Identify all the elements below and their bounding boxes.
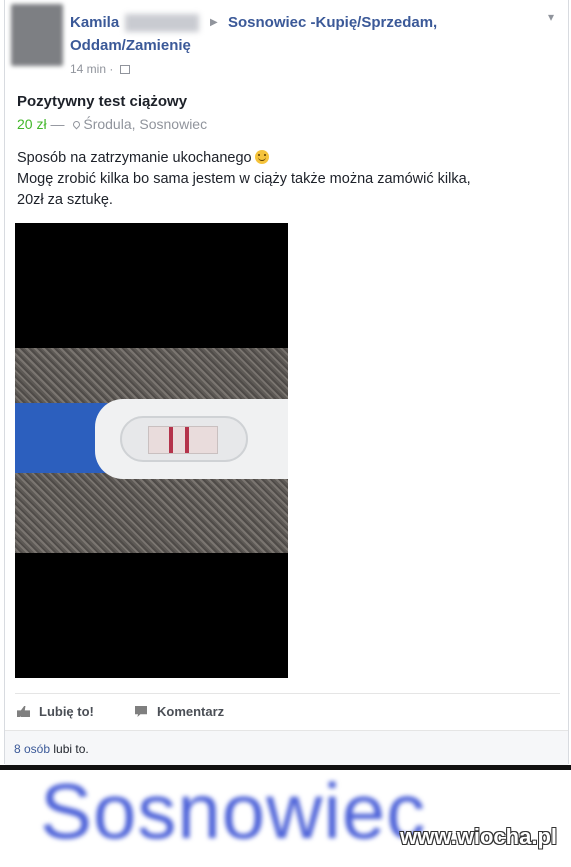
- group-name[interactable]: Sosnowiec -Kupię/Sprzedam,: [228, 14, 437, 31]
- group-privacy-icon: [119, 65, 130, 75]
- likes-count[interactable]: 8 osób: [14, 742, 50, 756]
- test-result-window: [120, 416, 248, 462]
- post-body-line: Sposób na zatrzymanie ukochanego: [17, 148, 557, 169]
- post-body-text-1: Sposób na zatrzymanie ukochanego: [17, 150, 252, 166]
- listing-location[interactable]: Środula, Sosnowiec: [83, 116, 207, 132]
- listing-title: Pozytywny test ciążowy: [17, 93, 188, 110]
- author-name[interactable]: Kamila: [70, 14, 200, 33]
- time-text[interactable]: 14 min ·: [70, 62, 113, 76]
- comment-label: Komentarz: [157, 704, 225, 719]
- post-photo[interactable]: [15, 223, 288, 678]
- avatar[interactable]: [11, 4, 63, 66]
- caption-banner: Sosnowiec www.wiocha.pl: [0, 770, 571, 867]
- test-result-slot: [148, 426, 218, 454]
- post-body-text-3: 20zł za sztukę.: [17, 192, 113, 208]
- group-arrow-icon: ▶: [210, 17, 218, 28]
- smiley-emoji-icon: [254, 150, 269, 164]
- likes-suffix: lubi to.: [50, 742, 89, 756]
- actions-divider: [15, 693, 560, 694]
- post-card: Kamila ▶ Sosnowiec -Kupię/Sprzedam, Odda…: [4, 0, 569, 765]
- comment-button[interactable]: Komentarz: [135, 704, 224, 719]
- listing-price: 20 zł: [17, 116, 47, 132]
- group-name-continued[interactable]: Oddam/Zamienię: [70, 37, 191, 54]
- like-button[interactable]: Lubię to!: [17, 704, 94, 719]
- caption-city: Sosnowiec: [40, 770, 427, 855]
- like-thumb-icon: [17, 706, 30, 717]
- post-timestamp: 14 min ·: [70, 62, 130, 76]
- post-body: Sposób na zatrzymanie ukochanego Mogę zr…: [17, 148, 557, 211]
- price-separator: —: [46, 116, 65, 132]
- comment-bubble-icon: [135, 706, 147, 717]
- likes-bar: 8 osób lubi to.: [5, 730, 568, 765]
- author-first-name[interactable]: Kamila: [70, 14, 119, 31]
- chevron-down-icon[interactable]: ▾: [548, 10, 554, 24]
- post-body-text-2: Mogę zrobić kilka bo sama jestem w ciąży…: [17, 171, 471, 187]
- listing-price-location: 20 zł — Środula, Sosnowiec: [17, 116, 207, 132]
- likes-summary: 8 osób lubi to.: [14, 742, 89, 756]
- blurred-surname: [125, 14, 200, 33]
- location-pin-icon: [71, 119, 82, 130]
- test-line-result: [185, 427, 189, 453]
- test-line-control: [169, 427, 173, 453]
- watermark: www.wiocha.pl: [400, 824, 557, 849]
- photo-carpet-background: [15, 348, 288, 553]
- like-label: Lubię to!: [39, 704, 94, 719]
